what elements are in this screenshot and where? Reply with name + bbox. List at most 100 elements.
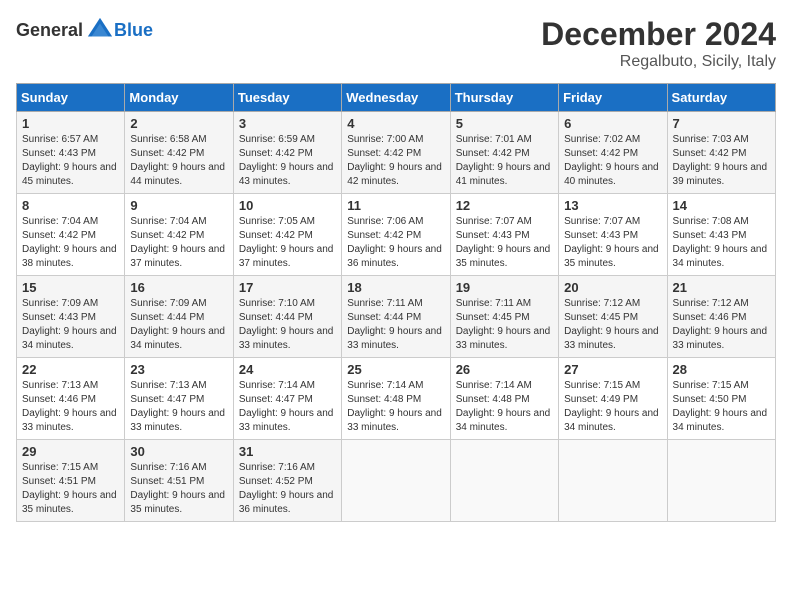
- day-info: Sunrise: 7:16 AMSunset: 4:52 PMDaylight:…: [239, 462, 334, 515]
- day-info: Sunrise: 7:13 AMSunset: 4:47 PMDaylight:…: [130, 380, 225, 433]
- calendar-cell: 4 Sunrise: 7:00 AMSunset: 4:42 PMDayligh…: [342, 112, 450, 194]
- day-info: Sunrise: 7:11 AMSunset: 4:45 PMDaylight:…: [456, 298, 551, 351]
- day-info: Sunrise: 7:15 AMSunset: 4:50 PMDaylight:…: [673, 380, 768, 433]
- day-number: 11: [347, 198, 444, 213]
- day-number: 20: [564, 280, 661, 295]
- day-info: Sunrise: 7:14 AMSunset: 4:48 PMDaylight:…: [347, 380, 442, 433]
- calendar-week-row: 29 Sunrise: 7:15 AMSunset: 4:51 PMDaylig…: [17, 440, 776, 522]
- day-info: Sunrise: 7:15 AMSunset: 4:51 PMDaylight:…: [22, 462, 117, 515]
- calendar-cell: 21 Sunrise: 7:12 AMSunset: 4:46 PMDaylig…: [667, 276, 775, 358]
- calendar-cell: 20 Sunrise: 7:12 AMSunset: 4:45 PMDaylig…: [559, 276, 667, 358]
- day-info: Sunrise: 7:14 AMSunset: 4:48 PMDaylight:…: [456, 380, 551, 433]
- day-number: 2: [130, 116, 227, 131]
- calendar-week-row: 15 Sunrise: 7:09 AMSunset: 4:43 PMDaylig…: [17, 276, 776, 358]
- logo-icon: [86, 16, 114, 44]
- day-number: 29: [22, 444, 119, 459]
- calendar-cell: 28 Sunrise: 7:15 AMSunset: 4:50 PMDaylig…: [667, 358, 775, 440]
- day-number: 17: [239, 280, 336, 295]
- calendar-cell: 27 Sunrise: 7:15 AMSunset: 4:49 PMDaylig…: [559, 358, 667, 440]
- calendar-week-row: 22 Sunrise: 7:13 AMSunset: 4:46 PMDaylig…: [17, 358, 776, 440]
- day-number: 7: [673, 116, 770, 131]
- calendar-cell: [450, 440, 558, 522]
- calendar-cell: 8 Sunrise: 7:04 AMSunset: 4:42 PMDayligh…: [17, 194, 125, 276]
- logo: General Blue: [16, 16, 153, 44]
- day-number: 31: [239, 444, 336, 459]
- calendar-cell: 16 Sunrise: 7:09 AMSunset: 4:44 PMDaylig…: [125, 276, 233, 358]
- calendar-cell: 25 Sunrise: 7:14 AMSunset: 4:48 PMDaylig…: [342, 358, 450, 440]
- day-info: Sunrise: 7:09 AMSunset: 4:43 PMDaylight:…: [22, 298, 117, 351]
- calendar-cell: [667, 440, 775, 522]
- day-number: 14: [673, 198, 770, 213]
- calendar-cell: 18 Sunrise: 7:11 AMSunset: 4:44 PMDaylig…: [342, 276, 450, 358]
- day-info: Sunrise: 7:02 AMSunset: 4:42 PMDaylight:…: [564, 134, 659, 187]
- header-sunday: Sunday: [17, 84, 125, 112]
- header-friday: Friday: [559, 84, 667, 112]
- day-info: Sunrise: 7:16 AMSunset: 4:51 PMDaylight:…: [130, 462, 225, 515]
- day-info: Sunrise: 7:14 AMSunset: 4:47 PMDaylight:…: [239, 380, 334, 433]
- calendar-cell: [342, 440, 450, 522]
- day-info: Sunrise: 7:03 AMSunset: 4:42 PMDaylight:…: [673, 134, 768, 187]
- header-monday: Monday: [125, 84, 233, 112]
- calendar-subtitle: Regalbuto, Sicily, Italy: [541, 53, 776, 71]
- calendar-cell: 19 Sunrise: 7:11 AMSunset: 4:45 PMDaylig…: [450, 276, 558, 358]
- page-header: General Blue December 2024 Regalbuto, Si…: [16, 16, 776, 71]
- day-number: 4: [347, 116, 444, 131]
- calendar-title: December 2024: [541, 16, 776, 53]
- calendar-cell: 10 Sunrise: 7:05 AMSunset: 4:42 PMDaylig…: [233, 194, 341, 276]
- header-tuesday: Tuesday: [233, 84, 341, 112]
- day-info: Sunrise: 7:08 AMSunset: 4:43 PMDaylight:…: [673, 216, 768, 269]
- calendar-cell: 14 Sunrise: 7:08 AMSunset: 4:43 PMDaylig…: [667, 194, 775, 276]
- day-info: Sunrise: 7:12 AMSunset: 4:46 PMDaylight:…: [673, 298, 768, 351]
- day-info: Sunrise: 7:06 AMSunset: 4:42 PMDaylight:…: [347, 216, 442, 269]
- calendar-table: SundayMondayTuesdayWednesdayThursdayFrid…: [16, 83, 776, 522]
- day-info: Sunrise: 7:15 AMSunset: 4:49 PMDaylight:…: [564, 380, 659, 433]
- day-info: Sunrise: 7:05 AMSunset: 4:42 PMDaylight:…: [239, 216, 334, 269]
- day-info: Sunrise: 7:13 AMSunset: 4:46 PMDaylight:…: [22, 380, 117, 433]
- calendar-week-row: 8 Sunrise: 7:04 AMSunset: 4:42 PMDayligh…: [17, 194, 776, 276]
- calendar-cell: 22 Sunrise: 7:13 AMSunset: 4:46 PMDaylig…: [17, 358, 125, 440]
- day-info: Sunrise: 7:00 AMSunset: 4:42 PMDaylight:…: [347, 134, 442, 187]
- calendar-week-row: 1 Sunrise: 6:57 AMSunset: 4:43 PMDayligh…: [17, 112, 776, 194]
- day-info: Sunrise: 7:04 AMSunset: 4:42 PMDaylight:…: [22, 216, 117, 269]
- day-number: 15: [22, 280, 119, 295]
- calendar-cell: 13 Sunrise: 7:07 AMSunset: 4:43 PMDaylig…: [559, 194, 667, 276]
- day-number: 6: [564, 116, 661, 131]
- day-info: Sunrise: 7:07 AMSunset: 4:43 PMDaylight:…: [456, 216, 551, 269]
- calendar-cell: 26 Sunrise: 7:14 AMSunset: 4:48 PMDaylig…: [450, 358, 558, 440]
- calendar-header-row: SundayMondayTuesdayWednesdayThursdayFrid…: [17, 84, 776, 112]
- calendar-cell: 3 Sunrise: 6:59 AMSunset: 4:42 PMDayligh…: [233, 112, 341, 194]
- calendar-cell: 7 Sunrise: 7:03 AMSunset: 4:42 PMDayligh…: [667, 112, 775, 194]
- day-number: 13: [564, 198, 661, 213]
- day-number: 5: [456, 116, 553, 131]
- day-number: 16: [130, 280, 227, 295]
- day-info: Sunrise: 7:11 AMSunset: 4:44 PMDaylight:…: [347, 298, 442, 351]
- day-number: 23: [130, 362, 227, 377]
- calendar-cell: 2 Sunrise: 6:58 AMSunset: 4:42 PMDayligh…: [125, 112, 233, 194]
- calendar-cell: 24 Sunrise: 7:14 AMSunset: 4:47 PMDaylig…: [233, 358, 341, 440]
- calendar-cell: 23 Sunrise: 7:13 AMSunset: 4:47 PMDaylig…: [125, 358, 233, 440]
- day-number: 21: [673, 280, 770, 295]
- calendar-cell: 12 Sunrise: 7:07 AMSunset: 4:43 PMDaylig…: [450, 194, 558, 276]
- calendar-cell: 1 Sunrise: 6:57 AMSunset: 4:43 PMDayligh…: [17, 112, 125, 194]
- day-info: Sunrise: 6:58 AMSunset: 4:42 PMDaylight:…: [130, 134, 225, 187]
- day-info: Sunrise: 7:12 AMSunset: 4:45 PMDaylight:…: [564, 298, 659, 351]
- calendar-cell: 5 Sunrise: 7:01 AMSunset: 4:42 PMDayligh…: [450, 112, 558, 194]
- calendar-cell: 9 Sunrise: 7:04 AMSunset: 4:42 PMDayligh…: [125, 194, 233, 276]
- calendar-cell: 17 Sunrise: 7:10 AMSunset: 4:44 PMDaylig…: [233, 276, 341, 358]
- calendar-cell: 29 Sunrise: 7:15 AMSunset: 4:51 PMDaylig…: [17, 440, 125, 522]
- header-thursday: Thursday: [450, 84, 558, 112]
- day-info: Sunrise: 7:09 AMSunset: 4:44 PMDaylight:…: [130, 298, 225, 351]
- header-wednesday: Wednesday: [342, 84, 450, 112]
- day-number: 12: [456, 198, 553, 213]
- day-number: 3: [239, 116, 336, 131]
- day-number: 28: [673, 362, 770, 377]
- logo-blue: Blue: [114, 20, 153, 40]
- day-info: Sunrise: 7:07 AMSunset: 4:43 PMDaylight:…: [564, 216, 659, 269]
- day-info: Sunrise: 7:01 AMSunset: 4:42 PMDaylight:…: [456, 134, 551, 187]
- day-number: 26: [456, 362, 553, 377]
- day-info: Sunrise: 7:10 AMSunset: 4:44 PMDaylight:…: [239, 298, 334, 351]
- day-info: Sunrise: 6:57 AMSunset: 4:43 PMDaylight:…: [22, 134, 117, 187]
- day-number: 22: [22, 362, 119, 377]
- day-number: 1: [22, 116, 119, 131]
- day-number: 9: [130, 198, 227, 213]
